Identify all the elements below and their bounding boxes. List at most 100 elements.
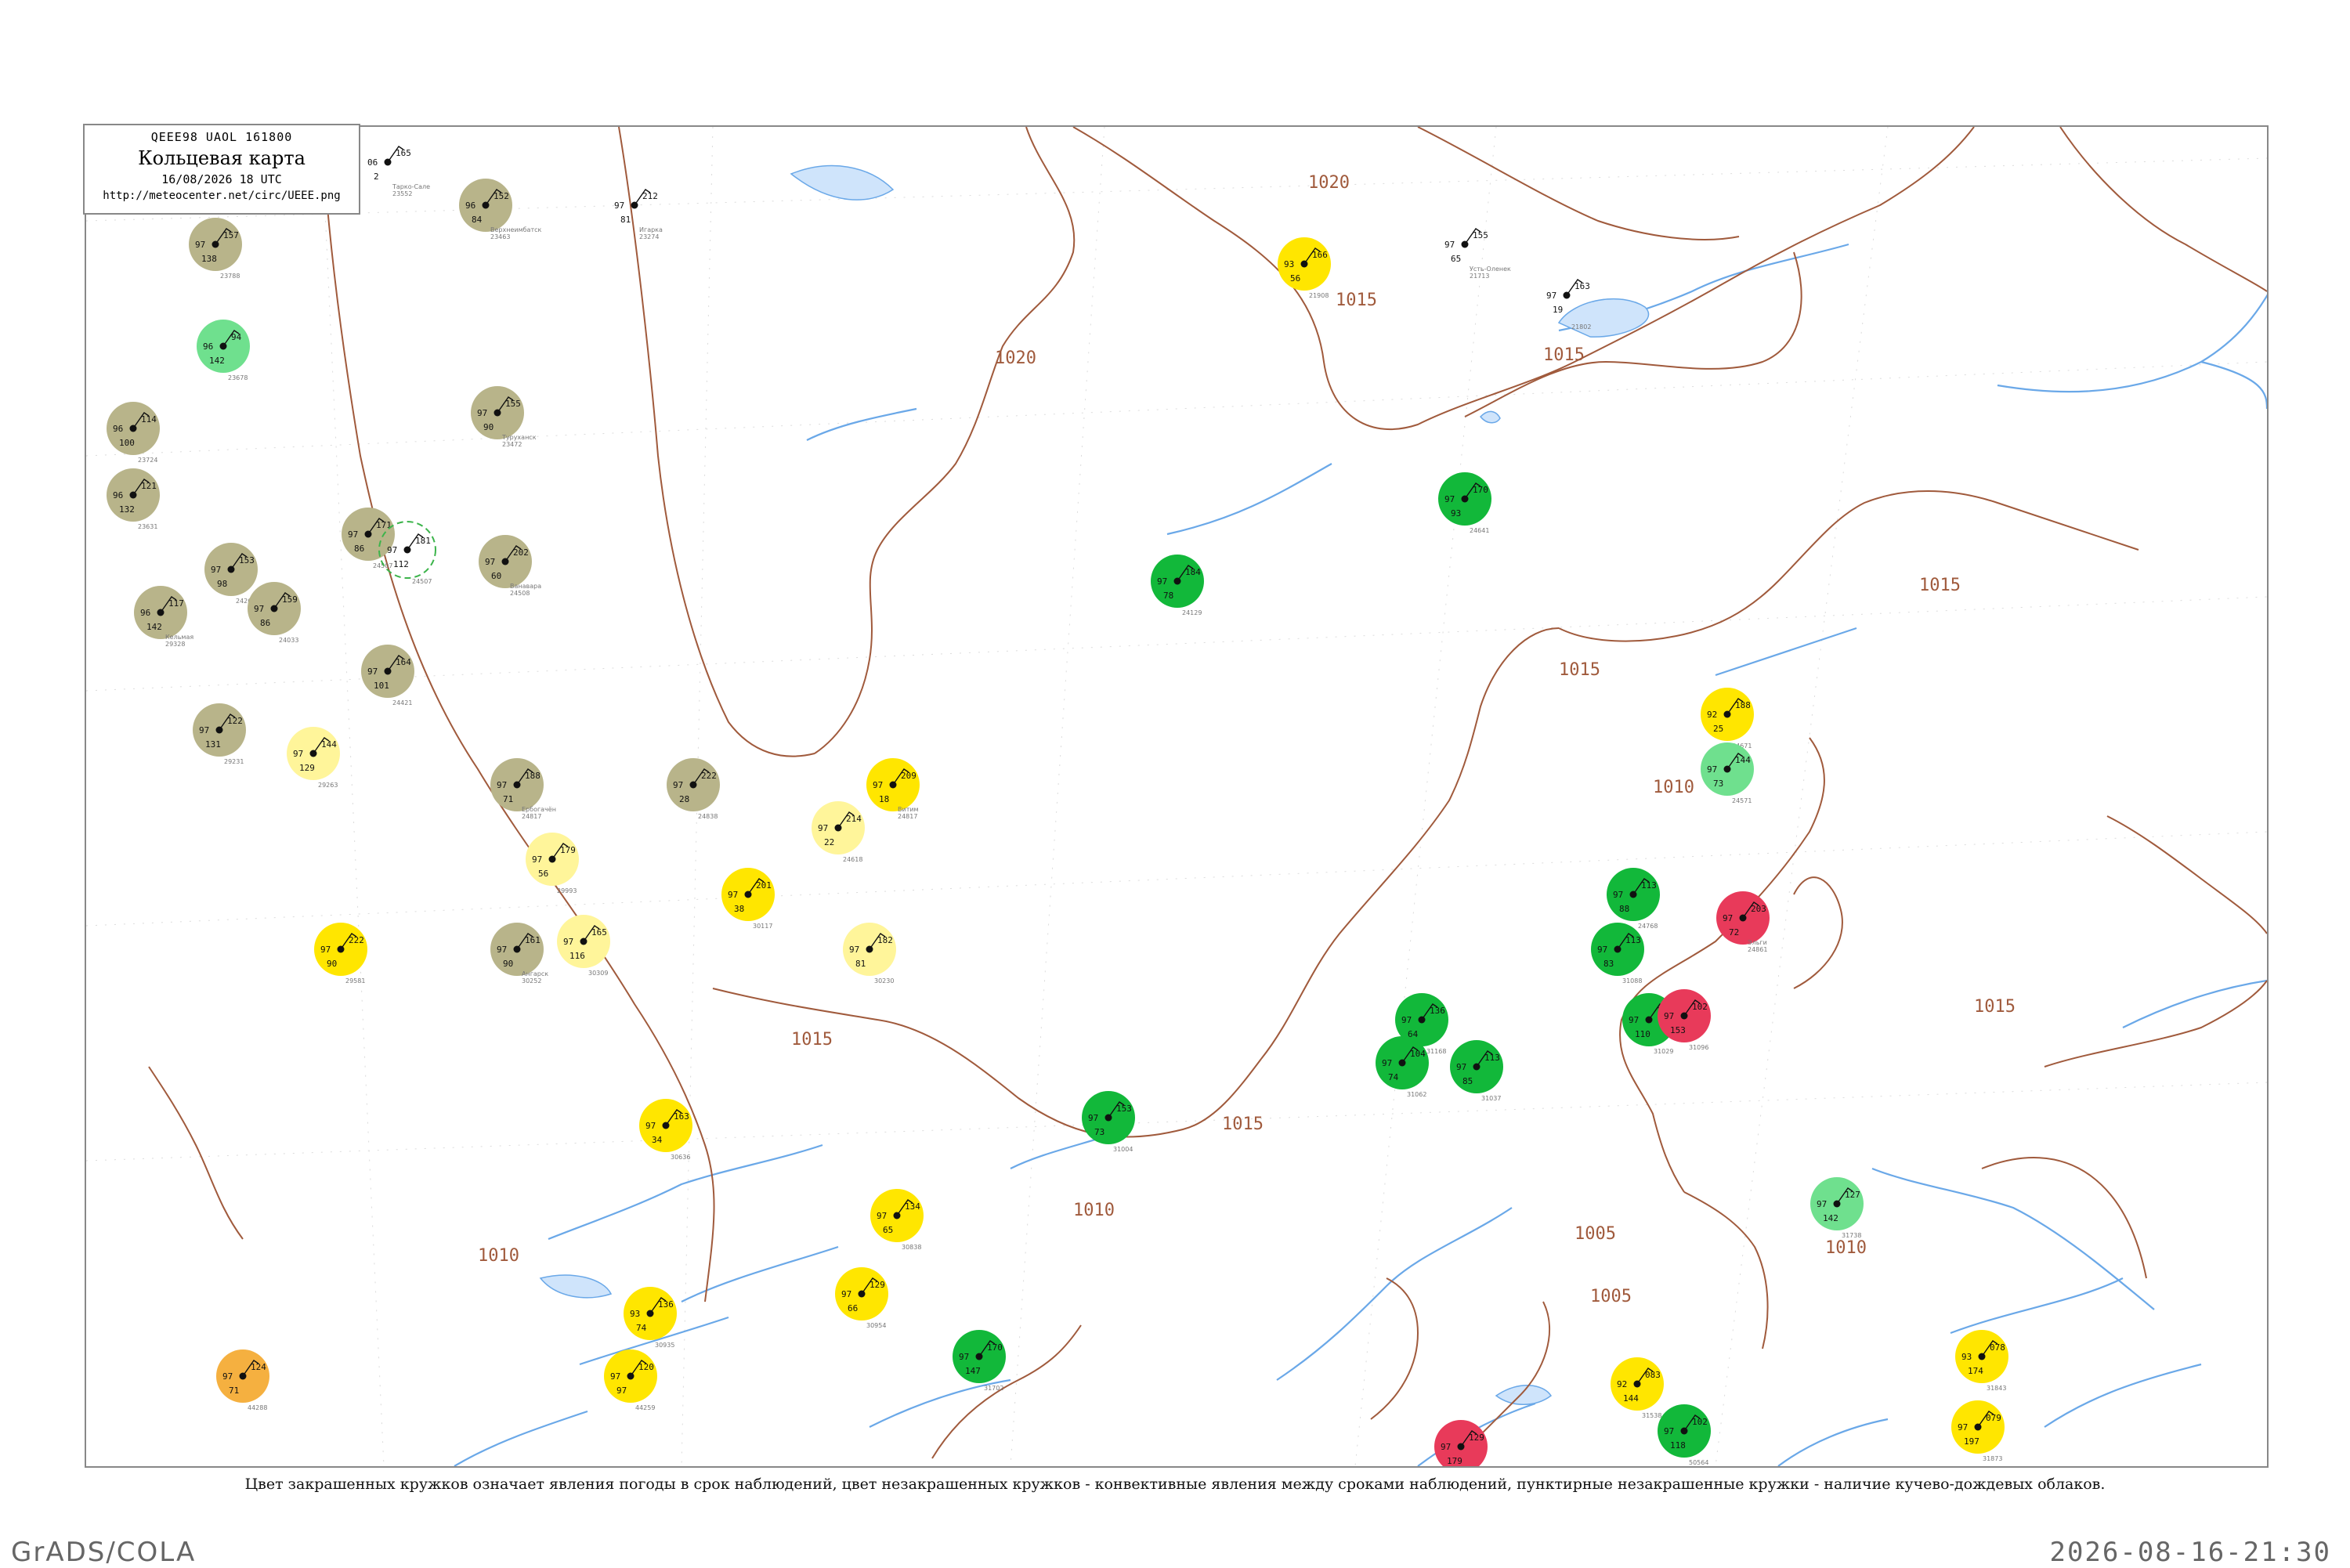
station-plot: 214 97 22 24618	[812, 801, 865, 863]
visibility-code: 97	[563, 937, 573, 947]
dewpoint-value: 142	[1823, 1213, 1838, 1223]
station-plot: 144 97 73 24571	[1701, 742, 1754, 804]
pressure-value: 159	[282, 594, 298, 605]
station-index: 31096	[1689, 1044, 1708, 1051]
station-plot: 161 97 90 Ангарск30252	[490, 923, 548, 985]
pressure-value: 165	[591, 927, 607, 938]
visibility-code: 97	[1088, 1113, 1098, 1123]
station-plot: 136 93 74 30935	[624, 1287, 677, 1349]
visibility-code: 97	[1382, 1058, 1392, 1068]
visibility-code: 97	[211, 565, 221, 575]
station-plot: 102 97 153 31096	[1658, 989, 1711, 1051]
station-plot: 94 96 142 23678	[197, 320, 250, 381]
station-index: 30954	[866, 1322, 886, 1329]
pressure-value: 163	[674, 1111, 689, 1122]
pressure-value: 201	[756, 880, 772, 891]
dewpoint-value: 74	[1388, 1072, 1399, 1082]
pressure-value: 152	[494, 191, 509, 201]
visibility-code: 97	[497, 945, 507, 955]
footer-software-label: GrADS/COLA	[11, 1537, 197, 1568]
station-name: Верхнеимбатск	[490, 226, 542, 233]
dewpoint-value: 174	[1968, 1366, 1983, 1376]
station-index: 23678	[228, 374, 248, 381]
map-frame: 1020 1015 1020 1015 1015 1010 1015 1010 …	[85, 125, 2269, 1468]
pressure-value: 153	[1116, 1104, 1132, 1114]
pressure-value: 166	[1312, 250, 1328, 260]
station-index: 31004	[1113, 1146, 1133, 1153]
station-index: 29581	[345, 977, 365, 985]
station-index: 24508	[510, 590, 530, 597]
station-plot: 113 97 85 31037	[1450, 1040, 1503, 1102]
isobar-label: 1015	[1919, 576, 1961, 595]
station-index: 23631	[138, 523, 157, 530]
dewpoint-value: 90	[483, 422, 494, 432]
pressure-value: 122	[227, 716, 243, 726]
station-index: 44288	[248, 1404, 267, 1411]
station-index: 31738	[1842, 1232, 1861, 1239]
pressure-value: 170	[1473, 485, 1488, 495]
station-index: 31168	[1426, 1048, 1446, 1055]
station-plot: 166 93 56 21908	[1278, 237, 1331, 299]
station-plot: 122 97 131 29231	[193, 703, 246, 765]
pressure-value: 157	[223, 230, 239, 240]
dewpoint-value: 88	[1619, 904, 1629, 914]
visibility-code: 93	[630, 1309, 640, 1319]
visibility-code: 96	[203, 341, 213, 352]
pressure-value: 184	[1185, 567, 1201, 577]
station-index: 24507	[412, 578, 432, 585]
station-plot: 124 97 71 44288	[216, 1349, 269, 1411]
station-plot: 152 96 84 Верхнеимбатск23463	[459, 179, 542, 240]
pressure-value: 079	[1986, 1413, 2001, 1423]
visibility-code: 96	[465, 201, 475, 211]
pressure-value: 121	[141, 481, 157, 491]
station-index: 29263	[318, 782, 338, 789]
dewpoint-value: 56	[538, 869, 548, 879]
visibility-code: 97	[1401, 1015, 1412, 1025]
dewpoint-value: 60	[491, 571, 501, 581]
pressure-value: 114	[141, 414, 157, 425]
dewpoint-value: 118	[1670, 1440, 1686, 1451]
station-index: 24033	[279, 637, 298, 644]
visibility-code: 93	[1284, 259, 1294, 269]
visibility-code: 97	[485, 557, 495, 567]
isobar-label: 1020	[995, 349, 1036, 368]
station-index: 29231	[224, 758, 244, 765]
station-plot: 078 93 174 31843	[1955, 1330, 2008, 1392]
dewpoint-value: 86	[260, 618, 270, 628]
station-index: 24817	[898, 813, 917, 820]
pressure-value: 113	[1625, 935, 1641, 945]
pressure-value: 163	[1574, 281, 1590, 291]
station-plot: 203 97 72 Эльги24861	[1716, 891, 1770, 953]
isobar-label: 1015	[1974, 997, 2016, 1017]
station-name: Эльги	[1748, 939, 1767, 946]
visibility-code: 97	[293, 749, 303, 759]
station-plot: 117 96 142Кельмая29328	[134, 586, 193, 648]
visibility-code: 96	[113, 490, 123, 500]
pressure-value: 153	[239, 555, 255, 565]
pressure-value: 129	[1469, 1433, 1484, 1443]
dewpoint-value: 71	[229, 1386, 239, 1396]
visibility-code: 97	[873, 780, 883, 790]
station-index: 31029	[1654, 1048, 1673, 1055]
source-url[interactable]: http://meteocenter.net/circ/UEEE.png	[85, 190, 359, 202]
station-index: 24641	[1470, 527, 1489, 534]
isobar-label: 1010	[1825, 1238, 1867, 1258]
pressure-value: 113	[1484, 1053, 1500, 1063]
dewpoint-value: 72	[1729, 927, 1739, 938]
station-index: 23472	[502, 441, 522, 448]
pressure-value: 164	[396, 657, 411, 667]
visibility-code: 97	[645, 1121, 656, 1131]
visibility-code: 93	[1961, 1352, 1972, 1362]
dewpoint-value: 18	[879, 794, 889, 804]
station-index: 21802	[1571, 323, 1591, 331]
pressure-value: 170	[987, 1342, 1003, 1353]
pressure-value: 222	[349, 935, 364, 945]
visibility-code: 97	[387, 545, 397, 555]
map-datetime: 16/08/2026 18 UTC	[161, 172, 282, 186]
visibility-code: 97	[348, 529, 358, 540]
map-title: Кольцевая карта	[138, 147, 306, 169]
isobar-label: 1015	[791, 1030, 833, 1050]
dewpoint-value: 97	[616, 1386, 627, 1396]
station-plot: 113 97 83 31088	[1591, 923, 1644, 985]
station-plot: 165 06 2 Тарко-Сале23552	[367, 146, 430, 197]
